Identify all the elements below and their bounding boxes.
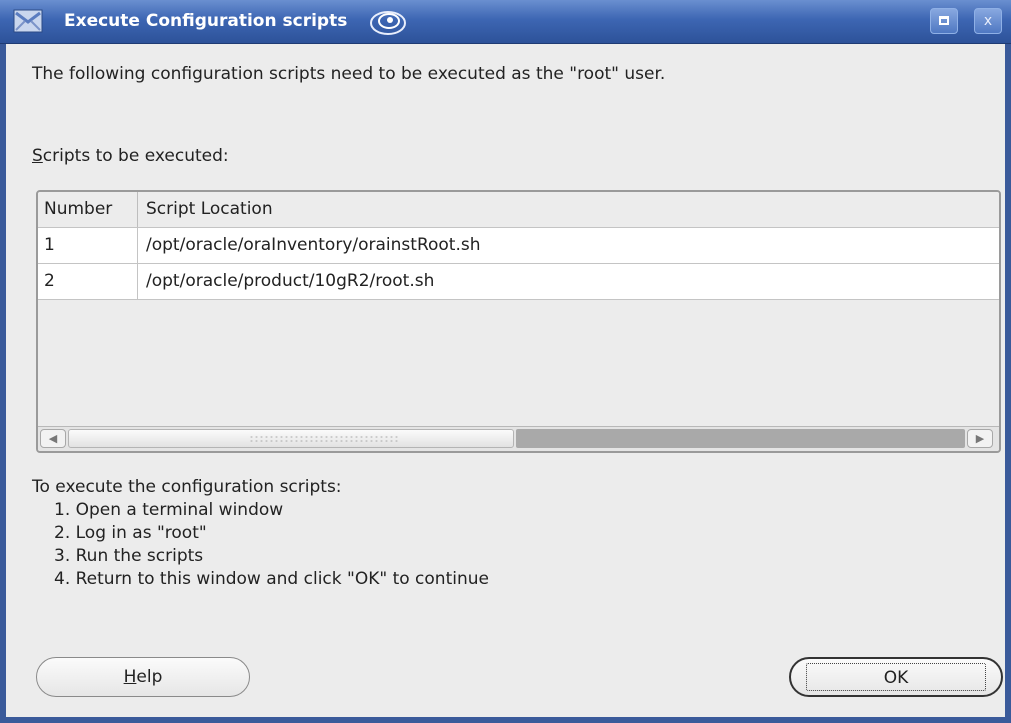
- app-icon: [13, 8, 43, 34]
- close-button[interactable]: x: [974, 8, 1002, 34]
- scripts-label-rest: cripts to be executed:: [42, 146, 229, 166]
- ok-label: OK: [806, 663, 986, 691]
- grip-icon: [249, 435, 399, 443]
- table-row[interactable]: 2 /opt/oracle/product/10gR2/root.sh: [38, 264, 999, 300]
- column-header-script-location[interactable]: Script Location: [139, 192, 273, 227]
- instruction-step: 1. Open a terminal window: [54, 500, 284, 520]
- instruction-step: 4. Return to this window and click "OK" …: [54, 569, 489, 589]
- scripts-label: Scripts to be executed:: [32, 146, 229, 166]
- arrow-left-icon: ◀: [48, 432, 58, 445]
- scripts-table[interactable]: Number Script Location 1 /opt/oracle/ora…: [36, 190, 1001, 453]
- instruction-step: 3. Run the scripts: [54, 546, 204, 566]
- scrollbar-track[interactable]: [516, 429, 965, 448]
- close-icon: x: [983, 13, 993, 29]
- arrow-right-icon: ▶: [975, 432, 985, 445]
- scrollbar-thumb[interactable]: [68, 429, 514, 448]
- cell-number: 1: [38, 228, 138, 263]
- maximize-icon: [939, 16, 949, 25]
- cell-script-location: /opt/oracle/product/10gR2/root.sh: [146, 271, 435, 291]
- dialog-window: Execute Configuration scripts x The foll…: [0, 0, 1011, 723]
- table-body: 1 /opt/oracle/oraInventory/orainstRoot.s…: [38, 228, 999, 426]
- window-title: Execute Configuration scripts: [64, 11, 348, 31]
- help-button[interactable]: Help: [36, 657, 250, 697]
- cell-script-location: /opt/oracle/oraInventory/orainstRoot.sh: [146, 235, 481, 255]
- instructions-heading: To execute the configuration scripts:: [32, 477, 342, 497]
- intro-text: The following configuration scripts need…: [32, 64, 666, 84]
- maximize-button[interactable]: [930, 8, 958, 34]
- column-header-number[interactable]: Number: [38, 192, 138, 227]
- help-mnemonic: H: [123, 667, 137, 687]
- title-bar[interactable]: Execute Configuration scripts x: [0, 0, 1011, 44]
- scroll-right-button[interactable]: ▶: [967, 429, 993, 448]
- table-row[interactable]: 1 /opt/oracle/oraInventory/orainstRoot.s…: [38, 228, 999, 264]
- instruction-step: 2. Log in as "root": [54, 523, 207, 543]
- ok-button[interactable]: OK: [789, 657, 1003, 697]
- horizontal-scrollbar[interactable]: ◀ ▶: [38, 426, 999, 451]
- table-header: Number Script Location: [38, 192, 999, 228]
- scripts-label-mnemonic: S: [32, 146, 43, 166]
- swirl-icon: [368, 7, 408, 37]
- scroll-left-button[interactable]: ◀: [40, 429, 66, 448]
- help-label-rest: elp: [136, 667, 163, 687]
- cell-number: 2: [38, 264, 138, 299]
- instructions: To execute the configuration scripts: 1.…: [32, 476, 489, 591]
